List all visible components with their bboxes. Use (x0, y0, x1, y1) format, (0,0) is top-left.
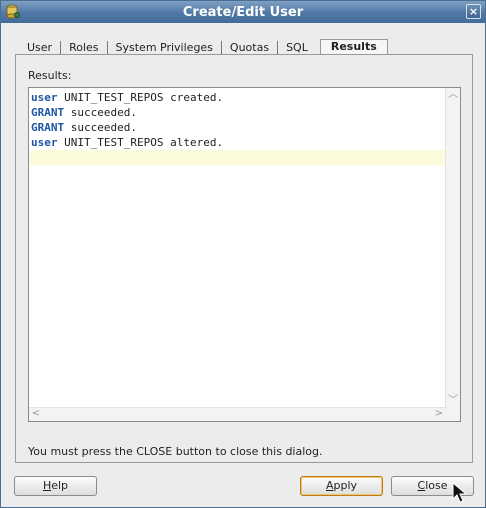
tab-system-privileges[interactable]: System Privileges (108, 41, 222, 55)
tab-results[interactable]: Results (319, 39, 388, 55)
apply-label-rest: pply (333, 479, 358, 492)
title-bar[interactable]: Create/Edit User × (1, 1, 485, 23)
database-user-icon (6, 4, 20, 19)
close-icon[interactable]: × (466, 4, 481, 19)
results-text-area[interactable]: user UNIT_TEST_REPOS created. GRANT succ… (28, 87, 461, 422)
results-lines: user UNIT_TEST_REPOS created. GRANT succ… (30, 90, 446, 165)
tab-roles[interactable]: Roles (61, 41, 108, 55)
sql-keyword: GRANT (31, 106, 65, 119)
results-panel: Results: user UNIT_TEST_REPOS created. G… (15, 54, 473, 463)
result-text: succeeded. (64, 106, 137, 119)
scroll-left-icon[interactable]: < (30, 408, 42, 420)
tab-user[interactable]: User (19, 41, 62, 55)
help-label-rest: elp (51, 479, 69, 492)
close-label-rest: lose (425, 479, 448, 492)
current-line-highlight (30, 150, 446, 165)
tab-quotas[interactable]: Quotas (222, 41, 279, 55)
scroll-right-icon[interactable]: > (433, 408, 445, 420)
tab-bar: User Roles System Privileges Quotas SQL … (19, 39, 388, 55)
sql-keyword: GRANT (31, 121, 65, 134)
sql-keyword: user (31, 136, 58, 149)
scroll-up-icon[interactable]: ︿ (447, 89, 459, 101)
result-line: user UNIT_TEST_REPOS created. (30, 90, 446, 105)
mouse-pointer-icon (452, 482, 468, 503)
create-edit-user-dialog: Create/Edit User × User Roles System Pri… (0, 0, 486, 508)
dialog-title: Create/Edit User (182, 4, 304, 20)
scrollbar-corner (446, 408, 460, 421)
result-line: GRANT succeeded. (30, 120, 446, 135)
result-text: UNIT_TEST_REPOS created. (57, 91, 224, 104)
result-text: UNIT_TEST_REPOS altered. (57, 136, 224, 149)
tab-sql[interactable]: SQL (278, 41, 316, 55)
result-text: succeeded. (64, 121, 137, 134)
apply-button[interactable]: Apply (300, 476, 383, 496)
horizontal-scrollbar[interactable]: < > (29, 407, 446, 421)
apply-mnemonic: A (325, 479, 334, 492)
close-instruction-message: You must press the CLOSE button to close… (28, 445, 323, 458)
scroll-down-icon[interactable]: ﹀ (447, 395, 459, 407)
result-line: GRANT succeeded. (30, 105, 446, 120)
vertical-scrollbar[interactable]: ︿ ﹀ (445, 88, 460, 408)
results-label: Results: (28, 69, 72, 82)
help-button[interactable]: Help (14, 476, 97, 496)
help-mnemonic: H (42, 479, 52, 492)
sql-keyword: user (31, 91, 58, 104)
result-line: user UNIT_TEST_REPOS altered. (30, 135, 446, 150)
